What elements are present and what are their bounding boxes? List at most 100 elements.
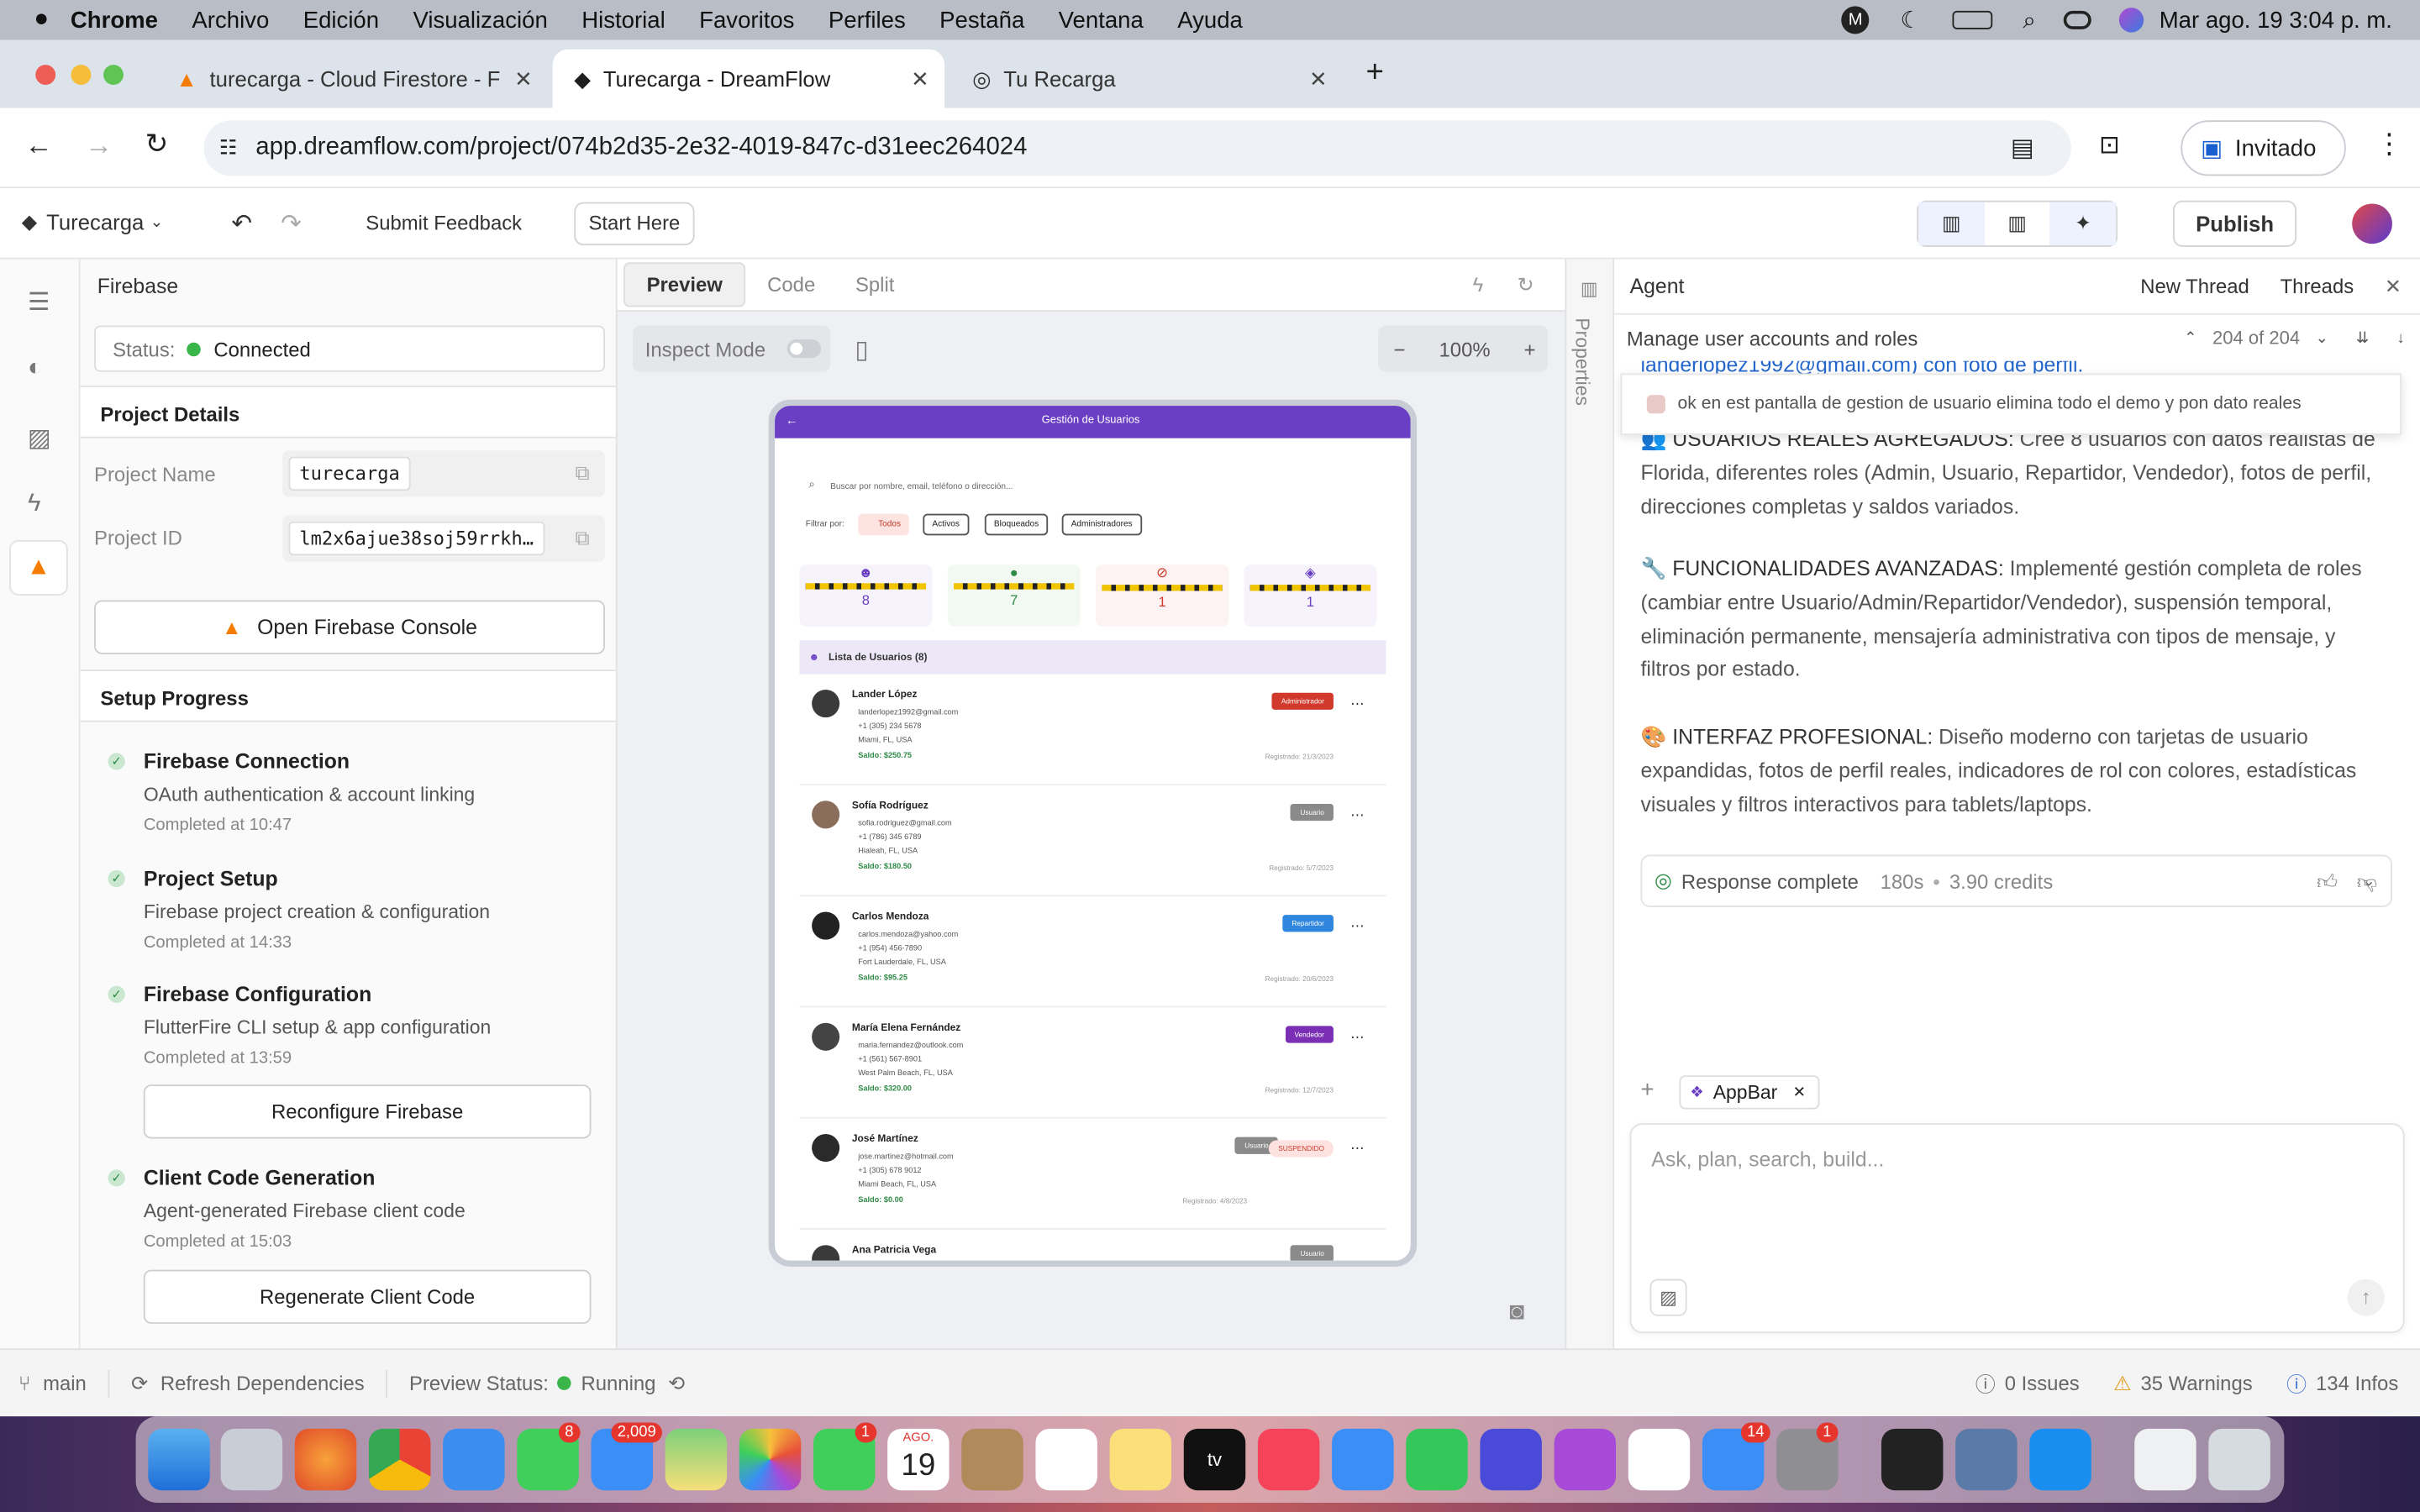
- forward-icon[interactable]: →: [85, 129, 113, 162]
- threads-button[interactable]: Threads: [2281, 275, 2354, 298]
- chip-bloqueados[interactable]: Bloqueados: [984, 513, 1049, 536]
- start-here-button[interactable]: Start Here: [574, 202, 695, 246]
- xcode-icon[interactable]: [2029, 1428, 2091, 1491]
- calendar-icon[interactable]: AGO. 19: [887, 1428, 950, 1491]
- submit-feedback-button[interactable]: Submit Feedback: [366, 212, 522, 235]
- new-tab-icon[interactable]: +: [1366, 55, 1384, 91]
- user-card[interactable]: María Elena Fernández maria.fernandez@ou…: [799, 1011, 1386, 1119]
- profile-button[interactable]: ▣ Invitado: [2181, 120, 2346, 176]
- new-thread-button[interactable]: New Thread: [2140, 275, 2249, 298]
- site-info-icon[interactable]: ☷: [219, 136, 237, 160]
- copy-icon[interactable]: ⧉: [576, 461, 590, 486]
- chevron-down-icon[interactable]: ⌄: [2316, 329, 2328, 346]
- add-context-icon[interactable]: +: [1640, 1077, 1654, 1103]
- scroll-bottom-icon[interactable]: ↓: [2396, 329, 2404, 346]
- recent-document-icon[interactable]: [2134, 1428, 2196, 1491]
- menu-app-name[interactable]: Chrome: [71, 7, 158, 33]
- menu-favoritos[interactable]: Favoritos: [699, 7, 794, 33]
- refresh-icon[interactable]: ↻: [1518, 272, 1534, 297]
- back-arrow-icon[interactable]: ←: [786, 413, 798, 428]
- reload-icon[interactable]: ↻: [145, 128, 169, 160]
- reminders-icon[interactable]: [1035, 1428, 1097, 1491]
- properties-strip[interactable]: ▥ Properties: [1565, 259, 1615, 1349]
- response-status[interactable]: ◎ Response complete 180s • 3.90 credits …: [1640, 854, 2392, 908]
- tree-icon[interactable]: ☰: [28, 287, 50, 318]
- firefox-icon[interactable]: [294, 1428, 357, 1491]
- notes-icon[interactable]: [1109, 1428, 1172, 1491]
- tab-preview[interactable]: Preview: [623, 262, 746, 307]
- thumbs-up-icon[interactable]: 👍︎: [2317, 870, 2338, 895]
- properties-label[interactable]: Properties: [1571, 318, 1593, 406]
- copy-icon[interactable]: ⧉: [576, 526, 590, 550]
- thumbs-down-icon[interactable]: 👎︎: [2357, 870, 2377, 895]
- avatar[interactable]: [2352, 203, 2392, 244]
- tab-code[interactable]: Code: [767, 273, 815, 297]
- project-selector[interactable]: ◆ Turecarga ⌄: [22, 210, 163, 234]
- right-panel-icon[interactable]: ▥: [1984, 212, 2049, 236]
- panel-toggle-icon[interactable]: ▥: [1581, 278, 1598, 300]
- back-icon[interactable]: ←: [24, 129, 52, 162]
- camera-icon[interactable]: ◙: [1509, 1299, 1524, 1327]
- firebase-flame-icon[interactable]: ▲: [9, 539, 68, 596]
- user-card[interactable]: Lander López landerlopez1992@gmail.com +…: [799, 677, 1386, 785]
- user-card[interactable]: Sofía Rodríguez sofia.rodriguez@gmail.co…: [799, 789, 1386, 897]
- publish-button[interactable]: Publish: [2173, 200, 2297, 247]
- menu-pestana[interactable]: Pestaña: [939, 7, 1024, 33]
- more-options-icon[interactable]: ⋯: [1350, 807, 1365, 824]
- window-minimize-icon[interactable]: [71, 65, 92, 86]
- left-panel-icon[interactable]: ▥: [1918, 202, 1985, 246]
- user-card[interactable]: Carlos Mendoza carlos.mendoza@yahoo.com …: [799, 900, 1386, 1008]
- menu-perfiles[interactable]: Perfiles: [829, 7, 906, 33]
- trash-icon[interactable]: [2208, 1428, 2270, 1491]
- moon-icon[interactable]: ☾: [1900, 6, 1921, 34]
- apple-tv-icon[interactable]: tv: [1183, 1428, 1246, 1491]
- maps-icon[interactable]: [665, 1428, 728, 1491]
- more-menu-icon[interactable]: ⋮: [2375, 128, 2403, 160]
- toggle-switch[interactable]: [786, 339, 822, 359]
- reconfigure-firebase-button[interactable]: Reconfigure Firebase: [143, 1084, 592, 1139]
- extension-m-icon[interactable]: M: [1841, 6, 1870, 34]
- chevron-up-icon[interactable]: ⌃: [2184, 329, 2196, 346]
- menu-edicion[interactable]: Edición: [303, 7, 379, 33]
- user-card[interactable]: José Martínez jose.martinez@hotmail.com …: [799, 1121, 1386, 1230]
- numbers-icon[interactable]: [1406, 1428, 1468, 1491]
- chip-todos[interactable]: Todos: [858, 513, 909, 536]
- siri-icon[interactable]: [2118, 8, 2144, 33]
- tab-tu-recarga[interactable]: ◎ Tu Recarga ✕: [950, 50, 1343, 108]
- redo-icon[interactable]: ↷: [281, 208, 302, 239]
- safari-icon[interactable]: [443, 1428, 505, 1491]
- photos-icon[interactable]: [739, 1428, 802, 1491]
- menubar-clock[interactable]: Mar ago. 19 3:04 p. m.: [2160, 7, 2392, 33]
- open-firebase-console-button[interactable]: ▲ Open Firebase Console: [94, 600, 606, 654]
- user-message-bubble[interactable]: ok en est pantalla de gestion de usuario…: [1620, 373, 2402, 435]
- zoom-out-icon[interactable]: −: [1394, 337, 1406, 360]
- chip-activos[interactable]: Activos: [923, 513, 969, 536]
- undo-icon[interactable]: ↶: [232, 208, 253, 239]
- zoom-in-icon[interactable]: +: [1524, 337, 1536, 360]
- contacts-icon[interactable]: [961, 1428, 1023, 1491]
- close-icon[interactable]: ✕: [514, 66, 533, 92]
- send-icon[interactable]: ↑: [2347, 1278, 2385, 1316]
- agent-sparkle-icon[interactable]: ✦: [2049, 202, 2117, 246]
- clipboard-icon[interactable]: ▤: [2011, 133, 2034, 164]
- lens-icon[interactable]: ⊡: [2099, 129, 2120, 160]
- podcasts-icon[interactable]: [1554, 1428, 1617, 1491]
- tab-firestore[interactable]: ▲ turecarga - Cloud Firestore - F ✕: [155, 50, 548, 108]
- menu-historial[interactable]: Historial: [581, 7, 666, 33]
- tab-split[interactable]: Split: [855, 273, 894, 297]
- tab-dreamflow[interactable]: ◆ Turecarga - DreamFlow ✕: [552, 49, 945, 108]
- close-icon[interactable]: ✕: [1793, 1084, 1806, 1100]
- close-icon[interactable]: ✕: [1309, 66, 1328, 92]
- menu-ventana[interactable]: Ventana: [1059, 7, 1144, 33]
- user-search-input[interactable]: Buscar por nombre, email, teléfono o dir…: [830, 483, 1013, 492]
- cursor-app-icon[interactable]: [1881, 1428, 1944, 1491]
- collapse-all-icon[interactable]: ⇊: [2356, 329, 2369, 346]
- user-card[interactable]: Ana Patricia Vega Usuario: [799, 1233, 1386, 1261]
- apple-icon[interactable]: ●: [34, 6, 49, 34]
- image-icon[interactable]: ▨: [28, 423, 51, 454]
- dreamflow-app-icon[interactable]: [1480, 1428, 1542, 1491]
- more-options-icon[interactable]: ⋯: [1350, 918, 1365, 935]
- music-icon[interactable]: [1257, 1428, 1320, 1491]
- warnings-count[interactable]: 35 Warnings: [2141, 1372, 2253, 1395]
- attach-image-icon[interactable]: ▨: [1649, 1278, 1687, 1316]
